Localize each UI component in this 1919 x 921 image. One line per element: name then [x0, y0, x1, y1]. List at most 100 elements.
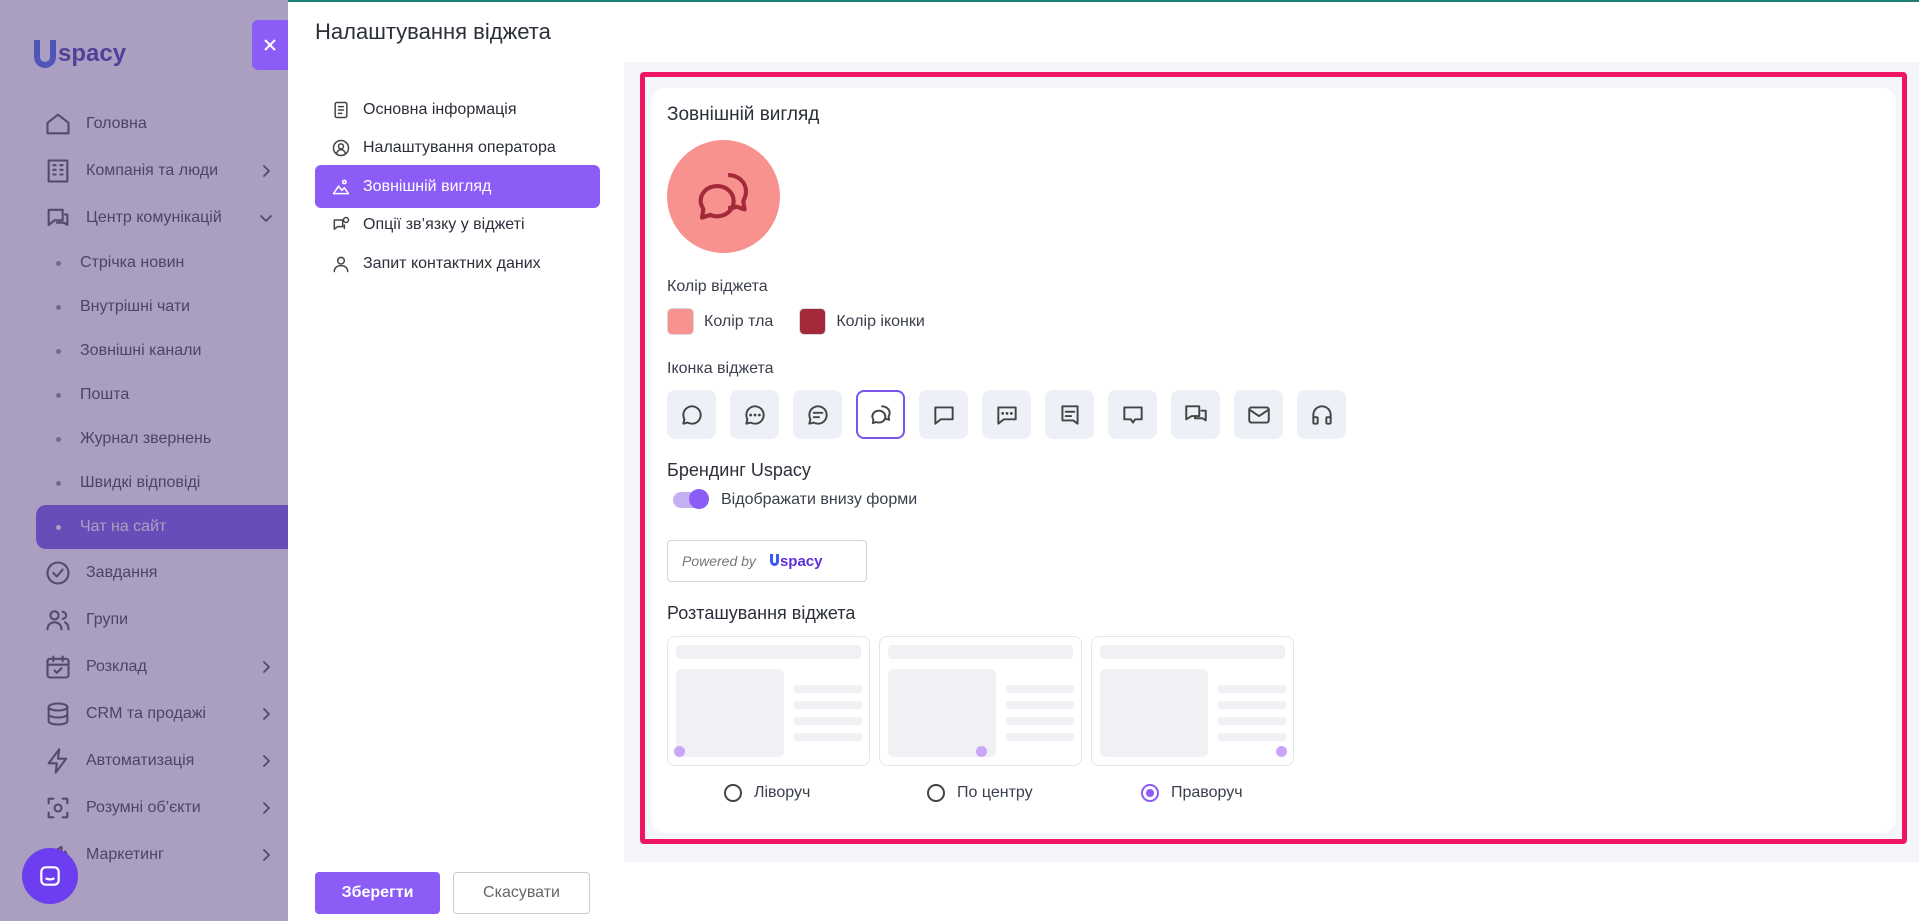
position-title: Розташування віджета: [667, 603, 856, 623]
powered-by-text: Powered by: [682, 553, 756, 569]
icon-color-picker[interactable]: Колір іконки: [799, 308, 925, 335]
radio-circle[interactable]: [1141, 784, 1159, 802]
placeholder-line: [1218, 717, 1286, 725]
chat-dots-icon: [742, 402, 768, 428]
widget-preview: [667, 140, 780, 253]
widget-icon-options: [667, 390, 1346, 439]
radio-circle[interactable]: [927, 784, 945, 802]
position-cards: [667, 636, 1294, 766]
placeholder-line: [1006, 701, 1074, 709]
widget-settings-panel: Налаштування віджета Основна інформація Н…: [288, 0, 1919, 921]
placeholder-block: [676, 669, 784, 757]
widget-color-label: Колір віджета: [667, 278, 768, 295]
placeholder-block: [1100, 669, 1208, 757]
placeholder-line: [1006, 717, 1074, 725]
appearance-icon: [331, 177, 363, 197]
appearance-card: Зовнішній вигляд Колір віджета Колір тла…: [651, 88, 1896, 833]
menu-item-label: Основна інформація: [363, 100, 517, 118]
branding-toggle[interactable]: [673, 489, 709, 509]
branding-title: Брендинг Uspacy: [667, 460, 811, 480]
widget-icon-option[interactable]: [793, 390, 842, 439]
menu-item-label: Опції зв’язку у віджеті: [363, 216, 525, 233]
contact-icon: [331, 254, 363, 274]
chat-round-icon: [679, 402, 705, 428]
powered-brand-logo: spacy: [769, 552, 823, 570]
placeholder-bar: [888, 645, 1073, 659]
icon-color-swatch[interactable]: [799, 308, 827, 335]
placeholder-line: [794, 701, 862, 709]
chat-square-dots-icon: [994, 402, 1020, 428]
widget-icon-option[interactable]: [1045, 390, 1094, 439]
bg-color-picker[interactable]: Колір тла: [667, 308, 773, 335]
save-button[interactable]: Зберегти: [315, 872, 440, 914]
radio-label: Ліворуч: [754, 784, 811, 801]
chat-heart-icon: [1120, 402, 1146, 428]
position-radios: Ліворуч По центру Праворуч: [667, 784, 1287, 808]
widget-icon-label: Іконка віджета: [667, 360, 774, 377]
chat-lines-icon: [805, 402, 831, 428]
chat-double-icon: [868, 402, 894, 428]
cancel-button[interactable]: Скасувати: [453, 872, 590, 914]
widget-icon-option[interactable]: [856, 390, 905, 439]
menu-item-label: Налаштування оператора: [363, 139, 556, 156]
menu-item-operator[interactable]: Налаштування оператора: [315, 127, 600, 170]
widget-position-dot: [1276, 746, 1287, 757]
placeholder-line: [794, 733, 862, 741]
menu-item-label: Запит контактних даних: [363, 254, 541, 272]
radio-circle[interactable]: [724, 784, 742, 802]
position-card[interactable]: [1091, 636, 1294, 766]
menu-item-document[interactable]: Основна інформація: [315, 88, 600, 131]
chat-widget-icon: [40, 866, 60, 886]
placeholder-line: [1006, 733, 1074, 741]
powered-brand-text: spacy: [779, 552, 823, 570]
placeholder-block: [888, 669, 996, 757]
powered-by-preview: Powered by spacy: [667, 540, 867, 582]
close-panel-button[interactable]: [252, 20, 288, 70]
bg-color-swatch[interactable]: [667, 308, 694, 335]
widget-icon-option[interactable]: [982, 390, 1031, 439]
widget-position-dot: [674, 746, 685, 757]
panel-footer: Зберегти Скасувати: [288, 862, 1919, 921]
appearance-title: Зовнішній вигляд: [667, 104, 820, 125]
placeholder-line: [794, 685, 862, 693]
panel-title: Налаштування віджета: [288, 0, 1919, 62]
widget-position-dot: [976, 746, 987, 757]
widget-icon-option[interactable]: [1297, 390, 1346, 439]
placeholder-line: [1218, 733, 1286, 741]
document-icon: [331, 100, 363, 120]
chat-square-icon: [931, 402, 957, 428]
settings-menu: Основна інформація Налаштування оператора…: [288, 62, 624, 862]
support-chat-button[interactable]: [22, 848, 78, 904]
position-radio[interactable]: По центру: [927, 784, 1033, 802]
widget-icon-option[interactable]: [1234, 390, 1283, 439]
icon-color-label: Колір іконки: [836, 312, 925, 330]
brand-mark-icon: [769, 553, 779, 566]
widget-icon-option[interactable]: [667, 390, 716, 439]
modal-overlay[interactable]: [0, 0, 288, 921]
position-card[interactable]: [667, 636, 870, 766]
menu-item-label: Зовнішній вигляд: [363, 177, 492, 195]
chat-multi-icon: [1183, 402, 1209, 428]
menu-item-contact[interactable]: Запит контактних даних: [315, 242, 600, 285]
position-radio[interactable]: Ліворуч: [724, 784, 810, 802]
placeholder-bar: [1100, 645, 1285, 659]
placeholder-line: [1218, 685, 1286, 693]
radio-label: По центру: [957, 784, 1033, 801]
widget-icon-option[interactable]: [919, 390, 968, 439]
branding-toggle-label: Відображати внизу форми: [721, 491, 918, 508]
radio-label: Праворуч: [1171, 784, 1243, 801]
menu-item-appearance[interactable]: Зовнішній вигляд: [315, 165, 600, 208]
position-radio[interactable]: Праворуч: [1141, 784, 1243, 802]
widget-icon-option[interactable]: [1108, 390, 1157, 439]
widget-icon-option[interactable]: [1171, 390, 1220, 439]
mail-icon: [1246, 402, 1272, 428]
placeholder-line: [1218, 701, 1286, 709]
chat-double-icon: [698, 172, 748, 220]
widget-icon-option[interactable]: [730, 390, 779, 439]
bg-color-label: Колір тла: [704, 312, 774, 330]
chat-options-icon: [331, 215, 363, 235]
placeholder-bar: [676, 645, 861, 659]
position-card[interactable]: [879, 636, 1082, 766]
menu-item-chat-options[interactable]: Опції зв’язку у віджеті: [315, 204, 600, 247]
color-swatches: Колір тла Колір іконки: [667, 308, 937, 335]
